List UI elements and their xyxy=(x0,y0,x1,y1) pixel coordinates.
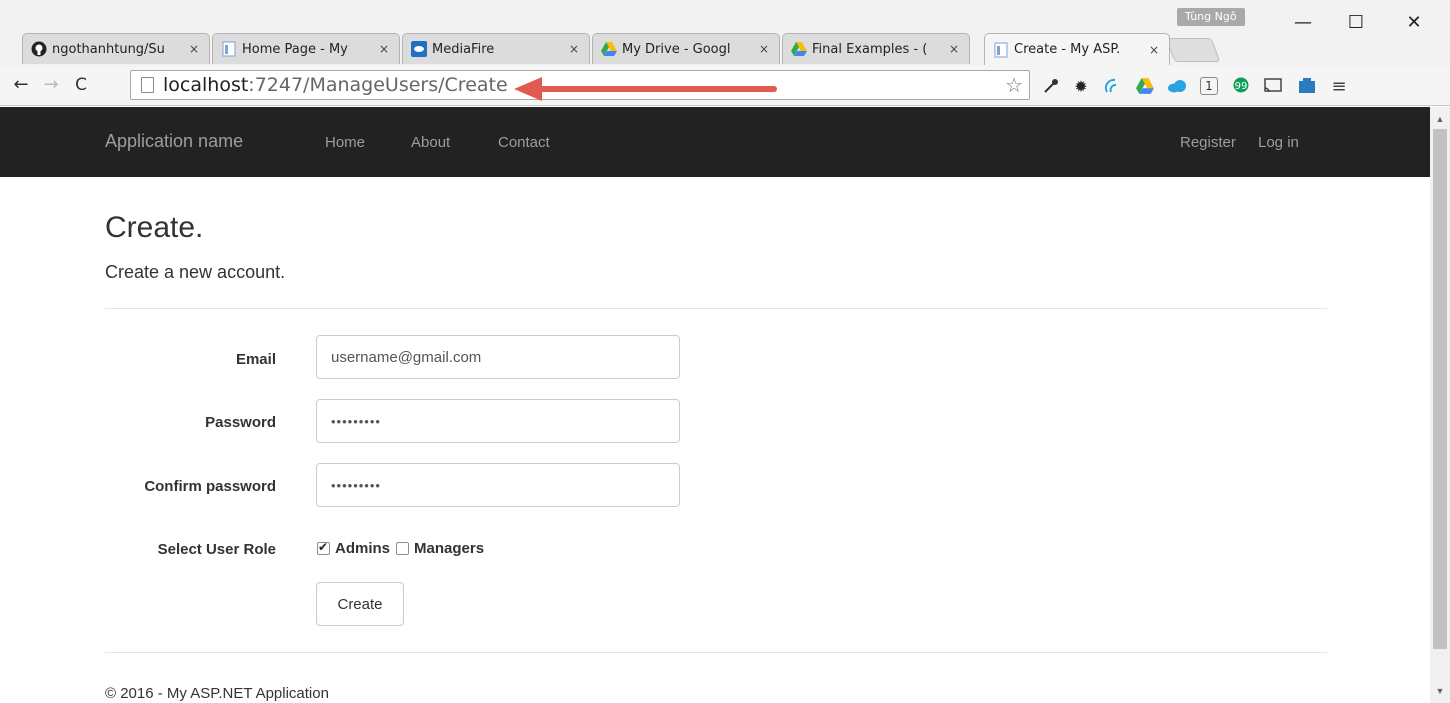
site-navbar: Application name Home About Contact Regi… xyxy=(0,107,1430,177)
user-role-label: Select User Role xyxy=(157,541,276,558)
page-viewport: Application name Home About Contact Regi… xyxy=(0,107,1430,703)
google-drive-icon xyxy=(791,41,807,57)
one-password-icon[interactable]: 1 xyxy=(1198,75,1220,97)
tab-close-icon[interactable]: × xyxy=(947,42,961,56)
google-drive-icon xyxy=(601,41,617,57)
maximize-icon[interactable]: ☐ xyxy=(1338,10,1374,36)
bookmark-star-icon[interactable]: ☆ xyxy=(1005,71,1023,99)
forward-icon[interactable]: → xyxy=(40,74,62,96)
password-label: Password xyxy=(205,414,276,431)
scroll-up-icon[interactable]: ▲ xyxy=(1430,111,1450,127)
nav-register[interactable]: Register xyxy=(1180,134,1236,151)
page-icon xyxy=(221,41,237,57)
confirm-password-field[interactable] xyxy=(316,463,680,507)
page-icon xyxy=(993,42,1009,58)
menu-icon[interactable]: ≡ xyxy=(1328,75,1350,97)
tab-close-icon[interactable]: × xyxy=(187,42,201,56)
page-icon xyxy=(141,77,154,93)
page-subtitle: Create a new account. xyxy=(105,262,286,282)
tab-home-page[interactable]: Home Page - My × xyxy=(212,33,400,64)
tab-create-active[interactable]: Create - My ASP. × xyxy=(984,33,1170,65)
address-url: localhost:7247/ManageUsers/Create xyxy=(163,74,508,96)
nav-contact[interactable]: Contact xyxy=(498,134,550,151)
tab-close-icon[interactable]: × xyxy=(567,42,581,56)
admins-checkbox[interactable] xyxy=(317,540,330,555)
tab-label: ngothanhtung/Su xyxy=(52,41,165,57)
wifi-signal-icon[interactable] xyxy=(1102,75,1124,97)
confirm-password-label: Confirm password xyxy=(144,478,276,495)
email-field[interactable] xyxy=(316,335,680,379)
cloud-icon[interactable] xyxy=(1166,75,1188,97)
tab-strip: ngothanhtung/Su × Home Page - My × Media… xyxy=(0,0,1450,67)
managers-label[interactable]: Managers xyxy=(414,540,484,557)
vertical-scrollbar[interactable]: ▲ ▼ xyxy=(1430,107,1450,703)
tab-close-icon[interactable]: × xyxy=(377,42,391,56)
create-button[interactable]: Create xyxy=(316,582,404,626)
browser-chrome: ngothanhtung/Su × Home Page - My × Media… xyxy=(0,0,1450,106)
page-title: Create. xyxy=(105,211,204,244)
mediafire-icon xyxy=(411,41,427,57)
admins-label[interactable]: Admins xyxy=(335,540,390,557)
svg-text:99: 99 xyxy=(1235,81,1248,92)
tab-label: Create - My ASP. xyxy=(1014,42,1121,57)
tab-my-drive[interactable]: My Drive - Googl × xyxy=(592,33,780,64)
tab-label: Home Page - My xyxy=(242,41,348,57)
tab-label: MediaFire xyxy=(432,41,495,57)
scrollbar-thumb[interactable] xyxy=(1433,129,1447,649)
divider xyxy=(105,308,1327,309)
brand-link[interactable]: Application name xyxy=(105,131,243,152)
footer-text: © 2016 - My ASP.NET Application xyxy=(105,685,329,702)
tab-mediafire[interactable]: MediaFire × xyxy=(402,33,590,64)
office-icon[interactable] xyxy=(1296,75,1318,97)
google-drive-icon[interactable] xyxy=(1134,75,1156,97)
managers-checkbox[interactable] xyxy=(396,542,410,555)
tab-label: My Drive - Googl xyxy=(622,41,731,57)
scroll-down-icon[interactable]: ▼ xyxy=(1430,683,1450,699)
hangouts-icon[interactable]: 99 xyxy=(1230,75,1252,97)
tab-final-examples[interactable]: Final Examples - ( × xyxy=(782,33,970,64)
nav-login[interactable]: Log in xyxy=(1258,134,1299,151)
email-label: Email xyxy=(235,351,276,368)
tab-close-icon[interactable]: × xyxy=(1147,43,1161,57)
new-tab-button[interactable] xyxy=(1165,38,1221,62)
tab-github[interactable]: ngothanhtung/Su × xyxy=(22,33,210,64)
gear-icon[interactable]: ✹ xyxy=(1070,75,1092,97)
nav-home[interactable]: Home xyxy=(325,134,365,151)
annotation-arrow xyxy=(514,77,777,101)
close-icon[interactable]: ✕ xyxy=(1396,10,1432,36)
cast-icon[interactable] xyxy=(1262,75,1284,97)
back-icon[interactable]: ← xyxy=(10,74,32,96)
nav-about[interactable]: About xyxy=(411,134,450,151)
reload-icon[interactable]: C xyxy=(70,74,92,96)
profile-badge[interactable]: Tùng Ngô xyxy=(1177,8,1245,26)
divider xyxy=(105,652,1327,653)
eyedropper-icon[interactable] xyxy=(1040,75,1062,97)
role-checkbox-group: Admins Managers xyxy=(317,540,484,557)
password-field[interactable] xyxy=(316,399,680,443)
tab-close-icon[interactable]: × xyxy=(757,42,771,56)
github-icon xyxy=(31,41,47,57)
tab-label: Final Examples - ( xyxy=(812,41,928,57)
minimize-icon[interactable]: — xyxy=(1285,10,1321,36)
